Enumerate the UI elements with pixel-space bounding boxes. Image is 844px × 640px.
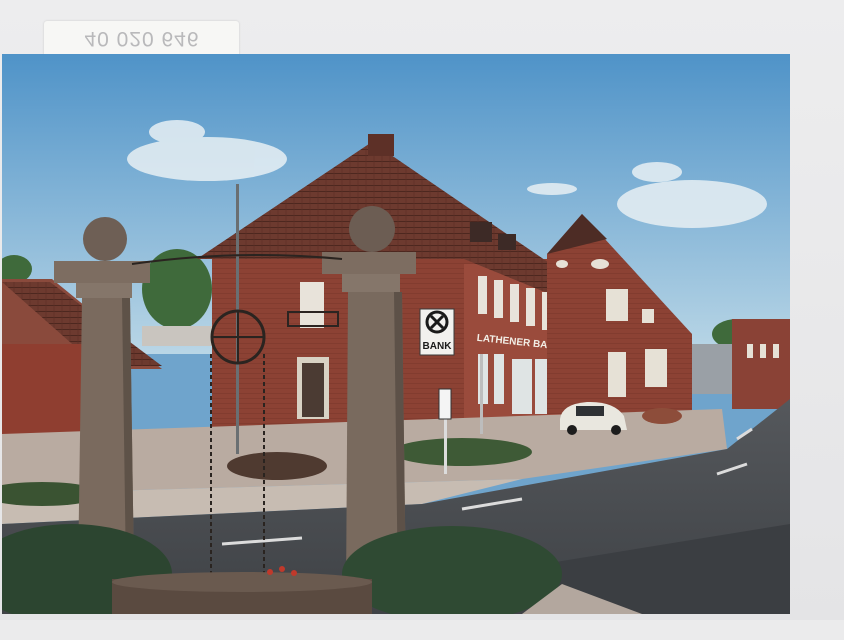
- inventory-sticker: 40 020 646: [44, 21, 239, 57]
- bank-logo-text: BANK: [423, 341, 453, 352]
- scan-bottom-strip: [0, 620, 844, 640]
- postcard-photo: BANK LATHENER BANK eG: [2, 54, 790, 614]
- street-scene: BANK LATHENER BANK eG: [2, 54, 790, 614]
- sticker-number: 40 020 646: [84, 27, 200, 50]
